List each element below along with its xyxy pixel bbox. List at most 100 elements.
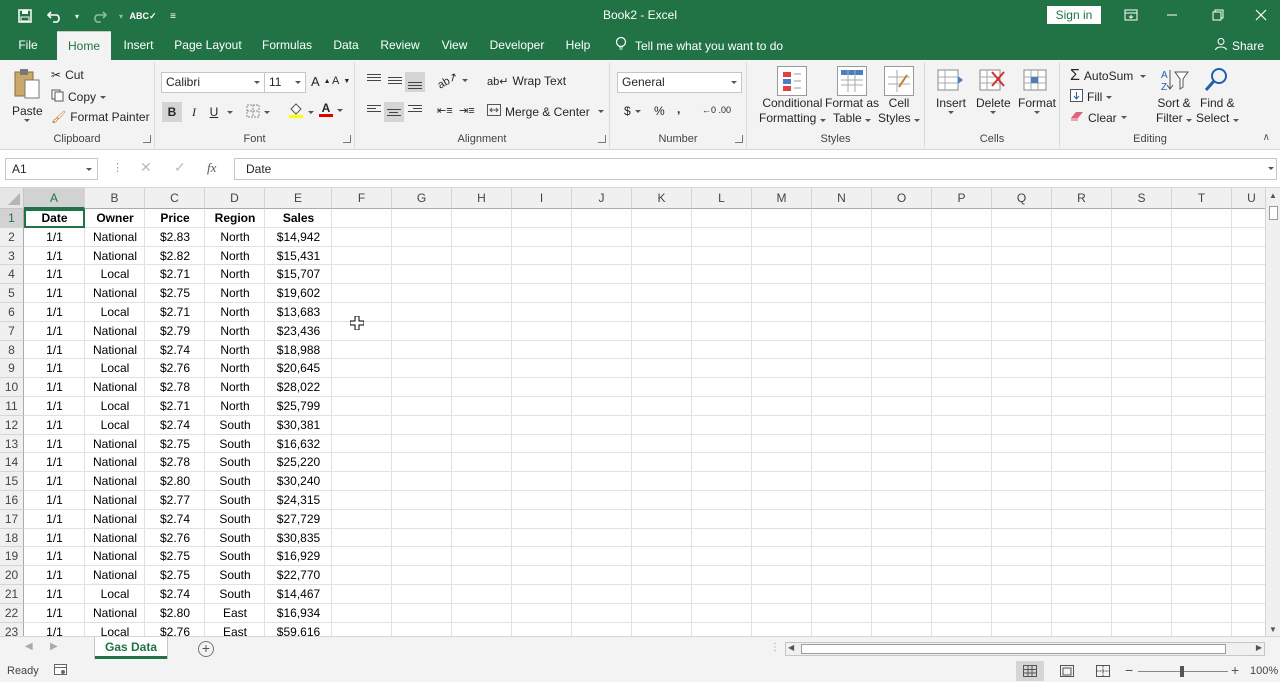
cell-owner[interactable]: National — [85, 566, 145, 584]
cell-owner[interactable]: Local — [85, 359, 145, 377]
row-header[interactable]: 8 — [0, 340, 24, 360]
cut-button[interactable]: ✂ Cut — [51, 68, 84, 82]
row-header[interactable]: 20 — [0, 566, 24, 585]
cell-region[interactable]: North — [205, 378, 265, 396]
cell-price[interactable]: $2.75 — [145, 566, 205, 584]
cell-sales[interactable]: $15,707 — [265, 265, 332, 283]
column-header-f[interactable]: F — [332, 188, 392, 209]
row-header[interactable]: 6 — [0, 303, 24, 322]
row-header[interactable]: 3 — [0, 246, 24, 266]
cell-price[interactable]: $2.71 — [145, 303, 205, 321]
cell-region[interactable]: North — [205, 303, 265, 321]
column-header-j[interactable]: J — [572, 188, 632, 209]
cell-price[interactable]: $2.80 — [145, 604, 205, 622]
align-left-button[interactable] — [367, 105, 381, 112]
comma-button[interactable]: , — [677, 102, 680, 116]
cell-date[interactable]: 1/1 — [24, 247, 85, 265]
cell-region[interactable]: North — [205, 359, 265, 377]
column-header-l[interactable]: L — [692, 188, 752, 209]
row-header[interactable]: 18 — [0, 528, 24, 548]
font-color-button[interactable]: A — [319, 102, 343, 117]
cell-region[interactable]: South — [205, 510, 265, 528]
column-header-u[interactable]: U — [1232, 188, 1265, 209]
cell-date[interactable]: 1/1 — [24, 585, 85, 603]
cell-date[interactable]: 1/1 — [24, 397, 85, 415]
cell-sales[interactable]: $15,431 — [265, 247, 332, 265]
cell-sales[interactable]: $30,381 — [265, 416, 332, 434]
cancel-entry-icon[interactable]: ✕ — [140, 159, 152, 176]
cell-region[interactable]: North — [205, 228, 265, 246]
cell-region[interactable]: South — [205, 472, 265, 490]
cell-sales[interactable]: $30,240 — [265, 472, 332, 490]
page-break-view-icon[interactable] — [1096, 665, 1110, 680]
cell-styles-button[interactable]: Cell Styles — [878, 66, 921, 126]
font-name-select[interactable]: Calibri — [161, 72, 265, 93]
cell-owner[interactable]: National — [85, 435, 145, 453]
cell-owner[interactable]: Local — [85, 265, 145, 283]
cell-date[interactable]: 1/1 — [24, 510, 85, 528]
share-button[interactable]: Share — [1214, 31, 1264, 60]
name-box[interactable]: A1 — [5, 158, 98, 180]
cell-region[interactable]: North — [205, 247, 265, 265]
orientation-button[interactable]: ab↗ — [436, 70, 469, 91]
new-sheet-button[interactable]: + — [198, 641, 214, 657]
cell-sales[interactable]: $18,988 — [265, 341, 332, 359]
cell-region[interactable]: North — [205, 397, 265, 415]
row-header[interactable]: 15 — [0, 472, 24, 491]
fill-color-button[interactable] — [288, 103, 314, 122]
column-header-s[interactable]: S — [1112, 188, 1172, 209]
align-right-button[interactable] — [408, 105, 422, 112]
cell-price[interactable]: $2.82 — [145, 247, 205, 265]
row-header[interactable]: 14 — [0, 453, 24, 473]
italic-button[interactable]: I — [185, 102, 203, 122]
row-header[interactable]: 22 — [0, 603, 24, 623]
row-header[interactable]: 11 — [0, 397, 24, 416]
minimize-icon[interactable] — [1157, 4, 1187, 26]
underline-dropdown-icon[interactable] — [227, 111, 233, 114]
cell-region[interactable]: North — [205, 265, 265, 283]
cell-price[interactable]: $2.78 — [145, 453, 205, 471]
cell-owner[interactable]: National — [85, 247, 145, 265]
align-center-button[interactable] — [384, 102, 404, 122]
tab-data[interactable]: Data — [328, 31, 364, 60]
cell-sales[interactable]: $23,436 — [265, 322, 332, 340]
scroll-right-icon[interactable]: ▶ — [1256, 643, 1262, 652]
number-format-select[interactable]: General — [617, 72, 742, 93]
row-header[interactable]: 10 — [0, 378, 24, 397]
cell-owner[interactable]: National — [85, 284, 145, 302]
cell-sales[interactable]: $14,467 — [265, 585, 332, 603]
cell-date[interactable]: 1/1 — [24, 547, 85, 565]
row-header[interactable]: 4 — [0, 265, 24, 285]
cell-date[interactable]: 1/1 — [24, 284, 85, 302]
cell-region[interactable]: South — [205, 585, 265, 603]
prev-sheet-icon[interactable]: ◀ — [25, 641, 33, 652]
column-header-t[interactable]: T — [1172, 188, 1232, 209]
insert-cells-button[interactable]: Insert — [936, 66, 966, 114]
cell-owner[interactable]: National — [85, 547, 145, 565]
vertical-scrollbar[interactable]: ▲ ▼ — [1265, 188, 1280, 636]
cell-date[interactable]: 1/1 — [24, 529, 85, 547]
autosum-button[interactable]: Σ AutoSum — [1070, 67, 1147, 85]
zoom-in-icon[interactable]: + — [1231, 662, 1239, 678]
currency-button[interactable]: $ — [624, 104, 641, 118]
select-all-corner[interactable] — [0, 188, 24, 209]
collapse-ribbon-icon[interactable]: ∧ — [1263, 132, 1270, 143]
cell-sales[interactable]: $19,602 — [265, 284, 332, 302]
cell-owner[interactable]: National — [85, 341, 145, 359]
cell-sales[interactable]: $25,220 — [265, 453, 332, 471]
row-header[interactable]: 7 — [0, 321, 24, 341]
row-header[interactable]: 12 — [0, 415, 24, 435]
cell-sales[interactable]: $13,683 — [265, 303, 332, 321]
merge-center-button[interactable]: Merge & Center — [487, 104, 604, 119]
percent-button[interactable]: % — [654, 104, 665, 118]
cell-owner[interactable]: National — [85, 228, 145, 246]
cell-region[interactable]: South — [205, 566, 265, 584]
font-launcher-icon[interactable] — [343, 135, 351, 143]
ribbon-display-options-icon[interactable] — [1116, 4, 1146, 26]
zoom-slider[interactable] — [1138, 666, 1228, 677]
header-cell-sales[interactable]: Sales — [265, 209, 332, 227]
cell-sales[interactable]: $59,616 — [265, 623, 332, 636]
normal-view-icon[interactable] — [1016, 661, 1044, 681]
cell-date[interactable]: 1/1 — [24, 303, 85, 321]
cell-owner[interactable]: Local — [85, 585, 145, 603]
